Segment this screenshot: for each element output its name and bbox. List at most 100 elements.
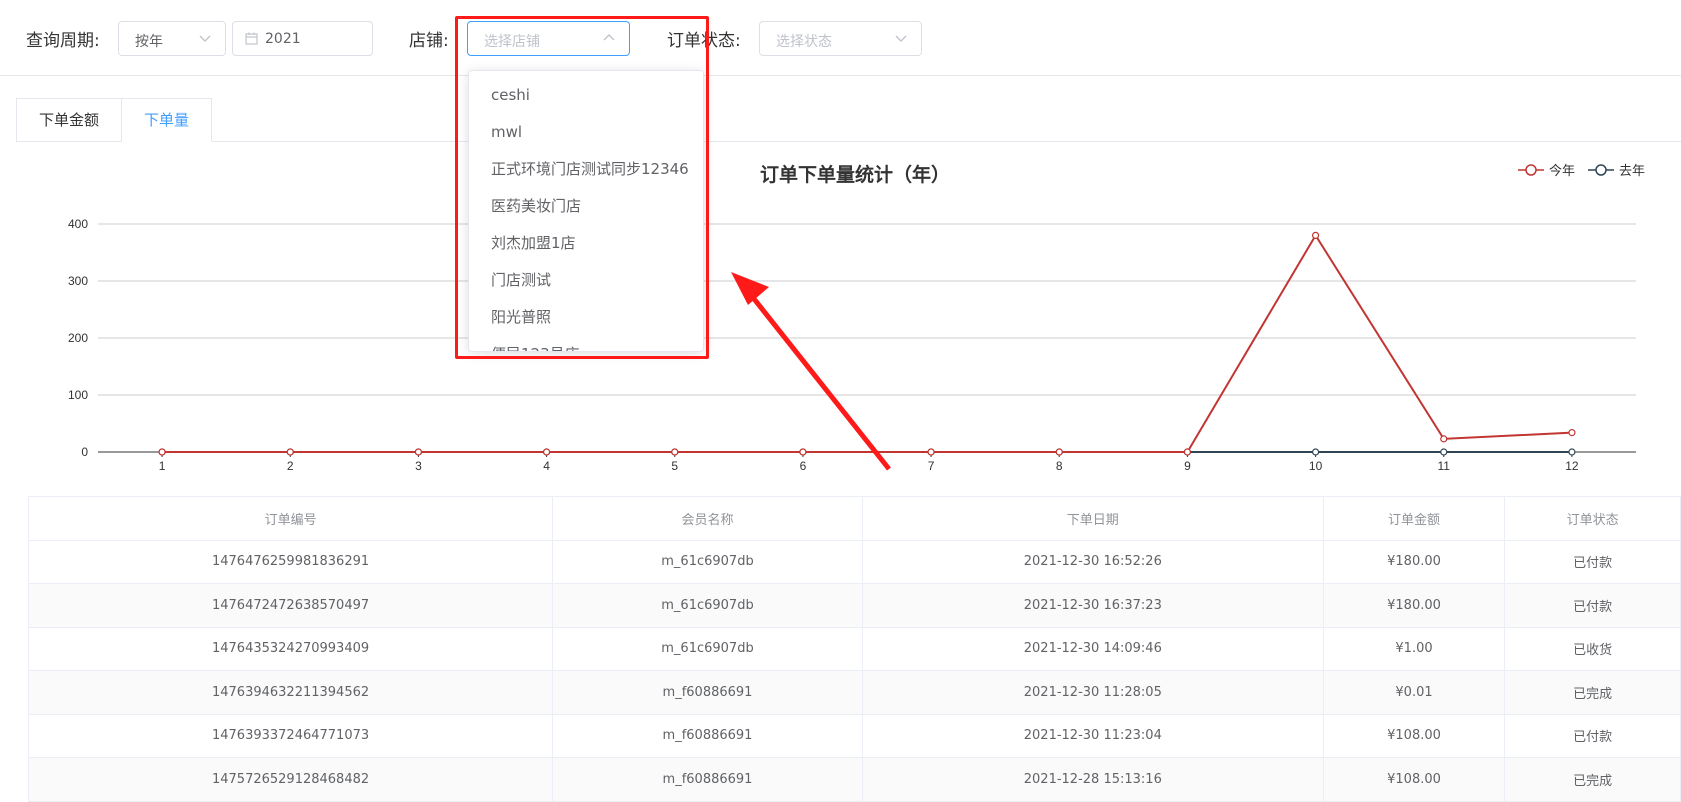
store-option[interactable]: mwl (469, 114, 703, 151)
period-select[interactable]: 按年 (118, 21, 226, 56)
cell-order-date: 2021-12-30 16:37:23 (861, 583, 1324, 628)
chevron-down-icon (199, 35, 211, 42)
cell-member-name: m_f60886691 (552, 757, 863, 802)
cell-order-no: 1475726529128468482 (27, 757, 554, 802)
store-option-list: ceshi mwl 正式环境门店测试同步12346 医药美妆门店 刘杰加盟1店 … (469, 71, 703, 351)
x-tick-label: 8 (1056, 459, 1063, 473)
legend-label-this-year: 今年 (1548, 164, 1575, 179)
tab-order-count[interactable]: 下单量 (122, 98, 213, 142)
data-point-this-year (1183, 448, 1192, 456)
table-row[interactable]: 1475726529128468482 m_f60886691 2021-12-28… (27, 757, 1681, 802)
table-row[interactable]: 1476476259981836291 m_61c6907db 2021-12-30… (27, 539, 1681, 584)
legend-marker-this-year (1517, 163, 1544, 176)
y-tick-label: 400 (68, 217, 88, 231)
orders-table: 订单编号 会员名称 下单日期 订单金额 订单状态 147647625998183… (27, 496, 1681, 802)
store-option[interactable]: ceshi (469, 77, 703, 114)
data-point-this-year (414, 448, 423, 456)
filter-bar: 查询周期: 按年 2021 店铺: 选择店铺 订单状态: 选择状态 (0, 0, 1681, 76)
x-tick-label: 1 (159, 459, 166, 473)
cell-order-date: 2021-12-30 14:09:46 (861, 626, 1324, 671)
status-select-placeholder: 选择状态 (776, 34, 832, 50)
x-tick-label: 4 (543, 459, 550, 473)
data-point-this-year (1055, 448, 1063, 456)
store-option[interactable]: 便民123号店 (469, 336, 703, 351)
data-point-last-year (1311, 448, 1320, 456)
status-select[interactable]: 选择状态 (759, 21, 922, 56)
x-tick-label: 3 (415, 459, 422, 473)
x-tick-label: 9 (1184, 459, 1191, 473)
period-label: 查询周期: (26, 31, 100, 51)
chevron-up-icon (603, 34, 615, 41)
x-tick-label: 7 (928, 459, 935, 473)
store-select-placeholder: 选择店铺 (484, 34, 540, 50)
period-select-value: 按年 (135, 34, 163, 50)
store-select[interactable]: 选择店铺 (467, 21, 630, 56)
cell-order-amount: ¥1.00 (1322, 626, 1506, 671)
x-tick-label: 2 (287, 459, 294, 473)
tab-order-amount[interactable]: 下单金额 (16, 98, 123, 142)
store-option[interactable]: 医药美妆门店 (469, 188, 703, 225)
cell-order-date: 2021-12-30 11:28:05 (861, 670, 1324, 715)
cell-order-status: 已完成 (1504, 757, 1681, 802)
table-header-row: 订单编号 会员名称 下单日期 订单金额 订单状态 (27, 496, 1681, 541)
x-tick-label: 10 (1309, 459, 1323, 473)
cell-order-status: 已付款 (1504, 539, 1681, 584)
y-tick-label: 0 (81, 445, 88, 459)
cell-order-no: 1476435324270993409 (27, 626, 554, 671)
header-order-status: 订单状态 (1504, 496, 1681, 541)
year-picker[interactable]: 2021 (232, 21, 373, 56)
cell-order-amount: ¥108.00 (1322, 757, 1506, 802)
cell-order-date: 2021-12-30 16:52:26 (861, 539, 1324, 584)
cell-order-no: 1476394632211394562 (27, 670, 554, 715)
data-point-last-year (1440, 448, 1448, 456)
chevron-down-icon (895, 35, 907, 42)
cell-member-name: m_61c6907db (552, 583, 863, 628)
tab-divider (212, 141, 1681, 142)
cell-member-name: m_f60886691 (552, 670, 863, 715)
data-point-this-year (542, 448, 551, 456)
store-dropdown: ceshi mwl 正式环境门店测试同步12346 医药美妆门店 刘杰加盟1店 … (468, 70, 704, 352)
legend-item-last-year[interactable]: 去年 (1587, 160, 1645, 179)
header-member-name: 会员名称 (552, 496, 863, 541)
cell-order-amount: ¥180.00 (1322, 539, 1506, 584)
order-count-line-chart: 01002003004001 2 3 4 5 6 7 8 9 10 11 12 (68, 217, 1636, 473)
cell-member-name: m_61c6907db (552, 539, 863, 584)
series-line-this-year (162, 233, 1572, 453)
cell-order-date: 2021-12-30 11:23:04 (861, 713, 1324, 758)
table-row[interactable]: 1476472472638570497 m_61c6907db 2021-12-30… (27, 583, 1681, 628)
data-point-this-year (671, 448, 679, 456)
legend-label-last-year: 去年 (1618, 164, 1645, 179)
cell-order-amount: ¥0.01 (1322, 670, 1506, 715)
header-order-date: 下单日期 (861, 496, 1324, 541)
cell-order-no: 1476472472638570497 (27, 583, 554, 628)
chart-title: 订单下单量统计（年） (759, 164, 950, 186)
cell-order-no: 1476476259981836291 (27, 539, 554, 584)
y-tick-label: 300 (68, 274, 88, 288)
legend-marker-last-year (1587, 163, 1614, 176)
data-point-this-year (927, 448, 935, 456)
cell-member-name: m_f60886691 (552, 713, 863, 758)
store-option[interactable]: 门店测试 (469, 262, 703, 299)
cell-order-status: 已付款 (1504, 713, 1681, 758)
cell-order-status: 已收货 (1504, 626, 1681, 671)
legend-item-this-year[interactable]: 今年 (1517, 160, 1575, 179)
data-point-this-year (799, 448, 807, 456)
store-label: 店铺: (409, 31, 449, 51)
x-tick-label: 12 (1565, 459, 1579, 473)
table-row[interactable]: 1476393372464771073 m_f60886691 2021-12-30… (27, 713, 1681, 758)
y-tick-label: 100 (68, 388, 88, 402)
y-tick-label: 200 (68, 331, 88, 345)
chart-legend: 今年 去年 (1517, 160, 1645, 179)
x-tick-label: 11 (1438, 459, 1451, 473)
cell-member-name: m_61c6907db (552, 626, 863, 671)
cell-order-status: 已付款 (1504, 583, 1681, 628)
store-option[interactable]: 正式环境门店测试同步12346 (469, 151, 703, 188)
data-point-last-year (1568, 448, 1576, 456)
store-option[interactable]: 刘杰加盟1店 (469, 225, 703, 262)
table-row[interactable]: 1476394632211394562 m_f60886691 2021-12-30… (27, 670, 1681, 715)
store-option[interactable]: 阳光普照 (469, 299, 703, 336)
x-tick-label: 6 (800, 459, 807, 473)
tab-bar: 下单金额 下单量 (16, 98, 213, 142)
data-point-this-year (1311, 231, 1320, 240)
table-row[interactable]: 1476435324270993409 m_61c6907db 2021-12-30… (27, 626, 1681, 671)
